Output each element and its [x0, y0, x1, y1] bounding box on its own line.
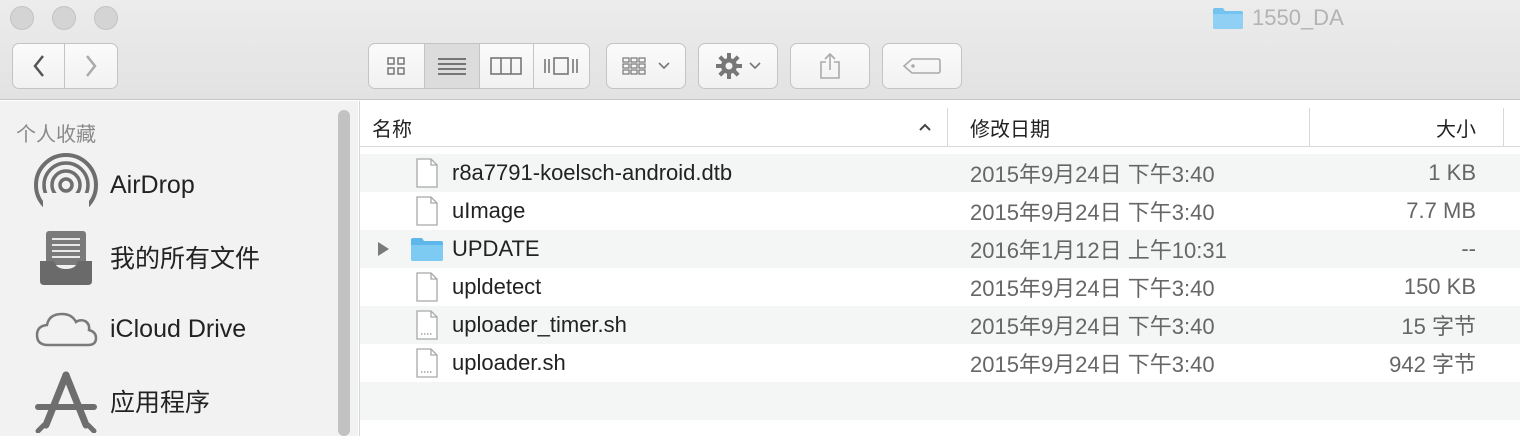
all-files-icon: [40, 231, 92, 285]
action-button[interactable]: [698, 43, 778, 89]
airdrop-icon: [34, 153, 98, 217]
file-date: 2016年1月12日 上午10:31: [970, 238, 1227, 263]
file-date: 2015年9月24日 下午3:40: [970, 200, 1215, 225]
column-header-date[interactable]: 修改日期: [970, 108, 1270, 146]
script-file-icon: [416, 306, 438, 344]
list-view-icon: [437, 58, 466, 75]
cover-flow-button[interactable]: [534, 44, 589, 88]
chevron-right-icon: [86, 55, 97, 77]
document-icon: [416, 154, 438, 192]
sort-ascending-icon: [919, 123, 931, 131]
column-header-size[interactable]: 大小: [1320, 108, 1476, 146]
column-divider[interactable]: [1309, 108, 1310, 146]
sidebar-scrollbar[interactable]: [338, 110, 350, 436]
file-date: 2015年9月24日 下午3:40: [970, 162, 1215, 187]
document-icon: [416, 192, 438, 230]
cloud-icon: [35, 312, 98, 347]
list-view-button[interactable]: [424, 44, 480, 88]
sidebar-item-label: 应用程序: [110, 389, 211, 417]
chevron-down-icon: [749, 62, 761, 70]
window-title-text: 1550_DA: [1252, 5, 1344, 30]
minimize-window-button[interactable]: [52, 6, 76, 30]
tag-icon: [902, 58, 941, 74]
column-divider[interactable]: [1503, 108, 1504, 146]
close-window-button[interactable]: [10, 6, 34, 30]
column-header-name-label: 名称: [372, 118, 412, 141]
empty-row: [360, 382, 1520, 420]
sidebar-item-label: 我的所有文件: [110, 245, 261, 273]
icon-view-icon: [387, 57, 405, 75]
header-divider: [360, 146, 1520, 147]
file-row[interactable]: UPDATE 2016年1月12日 上午10:31 --: [360, 230, 1520, 268]
file-size: 1 KB: [1428, 160, 1476, 185]
window-toolbar: 1550_DA: [0, 0, 1520, 100]
sidebar-item-label: iCloud Drive: [110, 314, 247, 343]
file-name: uploader.sh: [452, 350, 566, 375]
file-name: UPDATE: [452, 236, 540, 261]
share-icon: [820, 52, 840, 79]
column-header-name[interactable]: 名称: [372, 108, 932, 146]
file-size: 942 字节: [1389, 352, 1476, 377]
file-size: 150 KB: [1403, 274, 1476, 299]
forward-button[interactable]: [65, 44, 117, 88]
sidebar-item-airdrop[interactable]: AirDrop: [30, 152, 330, 218]
file-row[interactable]: upldetect 2015年9月24日 下午3:40 150 KB: [360, 268, 1520, 306]
column-header-date-label: 修改日期: [970, 118, 1050, 141]
file-row[interactable]: r8a7791-koelsch-android.dtb 2015年9月24日 下…: [360, 154, 1520, 192]
file-date: 2015年9月24日 下午3:40: [970, 276, 1215, 301]
tag-button[interactable]: [882, 43, 962, 89]
gear-icon: [716, 53, 742, 79]
file-date: 2015年9月24日 下午3:40: [970, 352, 1215, 377]
script-file-icon: [416, 344, 438, 382]
view-mode-control: [368, 43, 590, 89]
arrange-button[interactable]: [606, 43, 686, 89]
chevron-left-icon: [32, 55, 44, 77]
file-row[interactable]: uploader.sh 2015年9月24日 下午3:40 942 字节: [360, 344, 1520, 382]
zoom-window-button[interactable]: [94, 6, 118, 30]
file-name: uploader_timer.sh: [452, 312, 627, 337]
cover-flow-icon: [544, 57, 579, 75]
nav-buttons: [12, 43, 118, 89]
folder-icon: [410, 230, 444, 268]
column-view-button[interactable]: [480, 44, 534, 88]
file-row[interactable]: uploader_timer.sh 2015年9月24日 下午3:40 15 字…: [360, 306, 1520, 344]
share-button[interactable]: [790, 43, 870, 89]
window-title: 1550_DA: [1212, 4, 1344, 32]
folder-icon: [1213, 8, 1243, 29]
file-name: uImage: [452, 198, 526, 223]
sidebar-item-label: AirDrop: [110, 170, 195, 199]
disclosure-triangle-icon[interactable]: [376, 230, 390, 268]
file-row[interactable]: uImage 2015年9月24日 下午3:40 7.7 MB: [360, 192, 1520, 230]
chevron-down-icon: [658, 62, 670, 70]
applications-icon: [35, 371, 97, 433]
document-icon: [416, 268, 438, 306]
sidebar-item-all-my-files[interactable]: 我的所有文件: [30, 224, 330, 290]
file-name: upldetect: [452, 274, 542, 299]
file-size: 15 字节: [1401, 314, 1476, 339]
column-header-size-label: 大小: [1436, 118, 1476, 141]
file-date: 2015年9月24日 下午3:40: [970, 314, 1215, 339]
file-size: 7.7 MB: [1406, 198, 1476, 223]
sidebar-section-favorites: 个人收藏: [16, 124, 96, 146]
column-view-icon: [490, 57, 523, 75]
column-divider[interactable]: [947, 108, 948, 146]
icon-view-button[interactable]: [369, 44, 425, 88]
sidebar-item-icloud-drive[interactable]: iCloud Drive: [30, 296, 330, 362]
sidebar-item-applications[interactable]: 应用程序: [30, 368, 330, 434]
file-size: --: [1461, 236, 1476, 261]
file-name: r8a7791-koelsch-android.dtb: [452, 160, 733, 185]
back-button[interactable]: [13, 44, 65, 88]
arrange-grid-icon: [622, 57, 646, 75]
